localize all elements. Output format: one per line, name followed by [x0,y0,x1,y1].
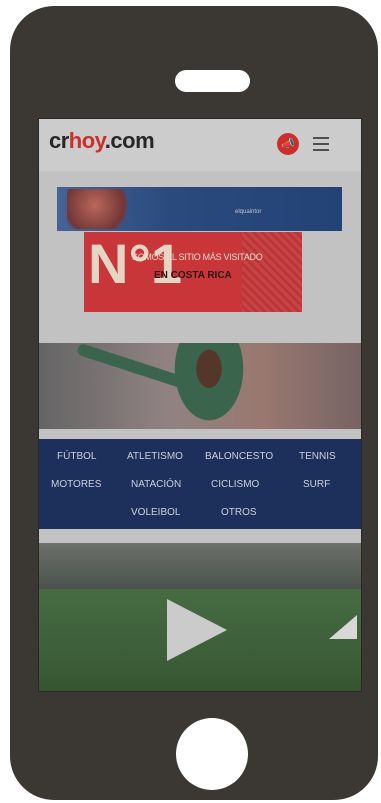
hero-image[interactable] [39,343,361,429]
site-header: crhoy.com 📣 [39,119,361,171]
sports-nav-surf[interactable]: SURF [303,479,330,490]
sports-nav-otros[interactable]: OTROS [221,507,257,518]
sports-nav-natacion[interactable]: NATACIÓN [131,479,181,490]
ad-sponsor-text: elquaintor [235,209,262,215]
sports-nav: FÚTBOL ATLETISMO BALONCESTO TENNIS MOTOR… [39,439,361,529]
ad-number: N°1 [88,232,182,295]
ad-banner-top[interactable]: elquaintor [57,187,342,231]
video-stands [39,543,361,589]
hamburger-menu-icon[interactable] [313,137,329,151]
phone-screen: crhoy.com 📣 elquaintor N°1 SOMOS EL SITI… [38,118,362,692]
ad-line-1: SOMOS EL SITIO MÁS VISITADO [132,252,263,262]
megaphone-icon[interactable]: 📣 [277,133,299,155]
video-player[interactable] [39,543,361,691]
sports-nav-motores[interactable]: MOTORES [51,479,101,490]
logo-com: .com [104,128,155,153]
site-logo[interactable]: crhoy.com [49,128,155,154]
ad-line-2: EN COSTA RICA [154,270,232,281]
phone-home-button[interactable] [176,718,248,790]
sports-nav-voleibol[interactable]: VOLEIBOL [131,507,180,518]
ad-player-image [67,189,137,229]
sports-nav-ciclismo[interactable]: CICLISMO [211,479,259,490]
ad-texture [242,232,302,312]
phone-speaker [175,70,250,92]
ad-banner-main[interactable]: N°1 SOMOS EL SITIO MÁS VISITADO EN COSTA… [84,232,302,312]
sports-nav-baloncesto[interactable]: BALONCESTO [205,451,273,462]
sports-nav-tennis[interactable]: TENNIS [299,451,336,462]
play-icon[interactable] [167,599,227,661]
sports-nav-futbol[interactable]: FÚTBOL [57,451,96,462]
sports-nav-atletismo[interactable]: ATLETISMO [127,451,183,462]
logo-hoy: hoy [68,128,105,153]
hero-figure [169,343,249,429]
logo-cr: cr [49,128,69,153]
